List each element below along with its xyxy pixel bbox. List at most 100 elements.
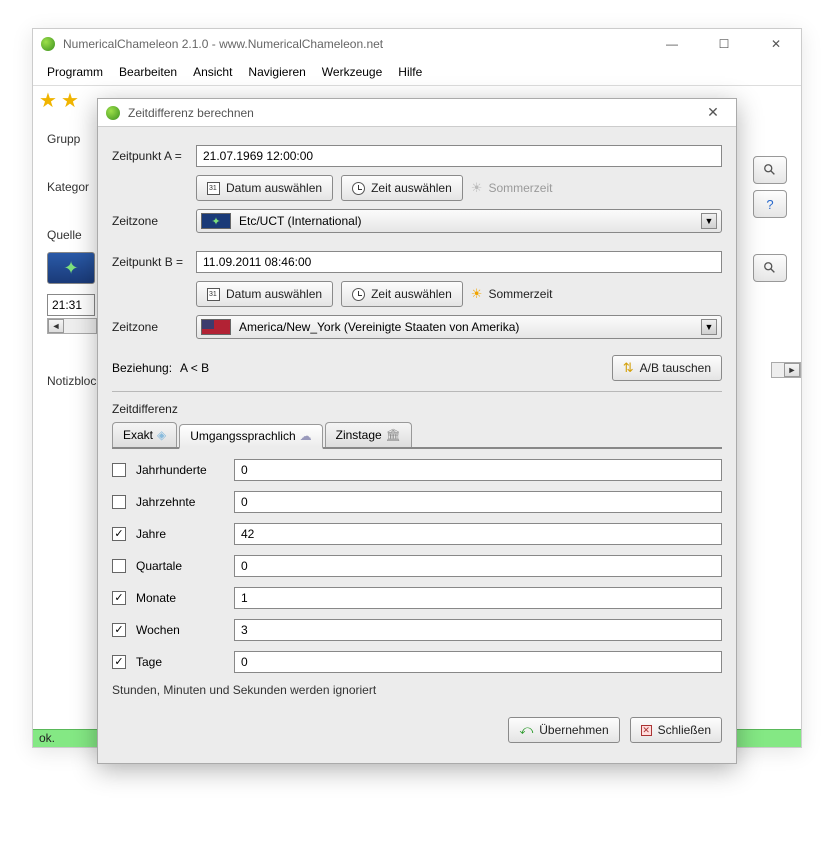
- chevron-down-icon: ▼: [701, 213, 717, 229]
- result-checkbox[interactable]: [112, 655, 126, 669]
- result-label: Monate: [136, 591, 224, 605]
- result-checkbox[interactable]: [112, 495, 126, 509]
- scroll-left-icon[interactable]: ◄: [48, 319, 64, 333]
- dst-a-disabled: ☀Sommerzeit: [471, 180, 553, 196]
- calendar-icon: [207, 182, 220, 195]
- timezone-a-value: Etc/UCT (International): [239, 214, 362, 228]
- result-input[interactable]: [234, 619, 722, 641]
- close-button[interactable]: ✕: [759, 37, 793, 51]
- world-flag-icon: ✦: [201, 213, 231, 229]
- search-button[interactable]: [753, 254, 787, 282]
- result-label: Jahrhunderte: [136, 463, 224, 477]
- result-row: Tage: [112, 651, 722, 673]
- main-titlebar: NumericalChameleon 2.1.0 - www.Numerical…: [33, 29, 801, 59]
- menu-hilfe[interactable]: Hilfe: [392, 63, 428, 81]
- star-icon[interactable]: ★: [39, 88, 57, 113]
- tab-umgangssprachlich[interactable]: Umgangssprachlich☁: [179, 424, 322, 449]
- separator: [112, 391, 722, 392]
- time-diff-dialog: Zeitdifferenz berechnen ✕ Zeitpunkt A = …: [97, 98, 737, 764]
- result-input[interactable]: [234, 491, 722, 513]
- world-icon[interactable]: ✦: [47, 252, 95, 284]
- note-text: Stunden, Minuten und Sekunden werden ign…: [112, 683, 722, 697]
- result-label: Tage: [136, 655, 224, 669]
- time-picker-a-button[interactable]: Zeit auswählen: [341, 175, 463, 201]
- result-row: Jahrhunderte: [112, 459, 722, 481]
- result-label: Jahre: [136, 527, 224, 541]
- timezone-a-label: Zeitzone: [112, 214, 188, 228]
- bank-icon: 🏛: [386, 428, 401, 442]
- result-label: Wochen: [136, 623, 224, 637]
- hscroll-right[interactable]: ►: [771, 362, 801, 378]
- timezone-b-combo[interactable]: America/New_York (Vereinigte Staaten von…: [196, 315, 722, 339]
- result-label: Jahrzehnte: [136, 495, 224, 509]
- date-picker-a-button[interactable]: Datum auswählen: [196, 175, 333, 201]
- result-input[interactable]: [234, 555, 722, 577]
- minimize-button[interactable]: —: [655, 37, 689, 51]
- cloud-icon: ☁: [300, 429, 312, 443]
- tab-zinstage[interactable]: Zinstage🏛: [325, 422, 412, 447]
- dialog-titlebar: Zeitdifferenz berechnen ✕: [98, 99, 736, 127]
- result-row: Quartale: [112, 555, 722, 577]
- clock-icon: [352, 182, 365, 195]
- sun-icon: ☀: [471, 286, 483, 302]
- time-input[interactable]: [47, 294, 95, 316]
- dst-b-label: ☀Sommerzeit: [471, 286, 553, 302]
- result-checkbox[interactable]: [112, 623, 126, 637]
- result-input[interactable]: [234, 459, 722, 481]
- maximize-button[interactable]: ☐: [707, 37, 741, 51]
- sun-icon: ☀: [471, 180, 483, 196]
- relation-value: A < B: [180, 361, 209, 375]
- date-picker-b-button[interactable]: Datum auswählen: [196, 281, 333, 307]
- result-checkbox[interactable]: [112, 463, 126, 477]
- dialog-title: Zeitdifferenz berechnen: [128, 106, 254, 120]
- section-label: Zeitdifferenz: [112, 402, 722, 416]
- result-input[interactable]: [234, 651, 722, 673]
- point-a-input[interactable]: [196, 145, 722, 167]
- result-input[interactable]: [234, 587, 722, 609]
- close-icon: ✕: [641, 725, 652, 736]
- dialog-close-button[interactable]: ✕: [698, 104, 728, 121]
- menu-ansicht[interactable]: Ansicht: [187, 63, 238, 81]
- apply-button[interactable]: ⤺Übernehmen: [508, 717, 619, 743]
- apply-icon: ⤺: [519, 722, 533, 738]
- result-row: Monate: [112, 587, 722, 609]
- results-panel: Jahrhunderte Jahrzehnte Jahre Quartale Monat…: [112, 459, 722, 673]
- main-title: NumericalChameleon 2.1.0 - www.Numerical…: [63, 37, 383, 51]
- result-input[interactable]: [234, 523, 722, 545]
- point-b-label: Zeitpunkt B =: [112, 255, 188, 269]
- result-row: Jahre: [112, 523, 722, 545]
- tabs: Exakt◈ Umgangssprachlich☁ Zinstage🏛: [112, 422, 722, 449]
- result-checkbox[interactable]: [112, 559, 126, 573]
- menubar: Programm Bearbeiten Ansicht Navigieren W…: [33, 59, 801, 86]
- result-row: Jahrzehnte: [112, 491, 722, 513]
- app-icon: [106, 106, 120, 120]
- swap-button[interactable]: ⇅A/B tauschen: [612, 355, 722, 381]
- result-label: Quartale: [136, 559, 224, 573]
- tab-exakt[interactable]: Exakt◈: [112, 422, 177, 447]
- help-button[interactable]: ?: [753, 190, 787, 218]
- time-picker-b-button[interactable]: Zeit auswählen: [341, 281, 463, 307]
- app-icon: [41, 37, 55, 51]
- diamond-icon: ◈: [157, 428, 166, 442]
- search-button[interactable]: [753, 156, 787, 184]
- star-icon[interactable]: ★: [61, 88, 79, 113]
- relation-label: Beziehung:: [112, 361, 172, 375]
- swap-icon: ⇅: [623, 360, 634, 376]
- usa-flag-icon: [201, 319, 231, 335]
- menu-bearbeiten[interactable]: Bearbeiten: [113, 63, 183, 81]
- point-b-input[interactable]: [196, 251, 722, 273]
- result-checkbox[interactable]: [112, 527, 126, 541]
- clock-icon: [352, 288, 365, 301]
- menu-programm[interactable]: Programm: [41, 63, 109, 81]
- close-button[interactable]: ✕Schließen: [630, 717, 722, 743]
- menu-werkzeuge[interactable]: Werkzeuge: [316, 63, 388, 81]
- hscroll[interactable]: ◄: [47, 318, 97, 334]
- chevron-down-icon: ▼: [701, 319, 717, 335]
- timezone-a-combo[interactable]: ✦ Etc/UCT (International) ▼: [196, 209, 722, 233]
- timezone-b-value: America/New_York (Vereinigte Staaten von…: [239, 320, 519, 334]
- calendar-icon: [207, 288, 220, 301]
- timezone-b-label: Zeitzone: [112, 320, 188, 334]
- menu-navigieren[interactable]: Navigieren: [242, 63, 311, 81]
- scroll-right-icon[interactable]: ►: [784, 363, 800, 377]
- result-checkbox[interactable]: [112, 591, 126, 605]
